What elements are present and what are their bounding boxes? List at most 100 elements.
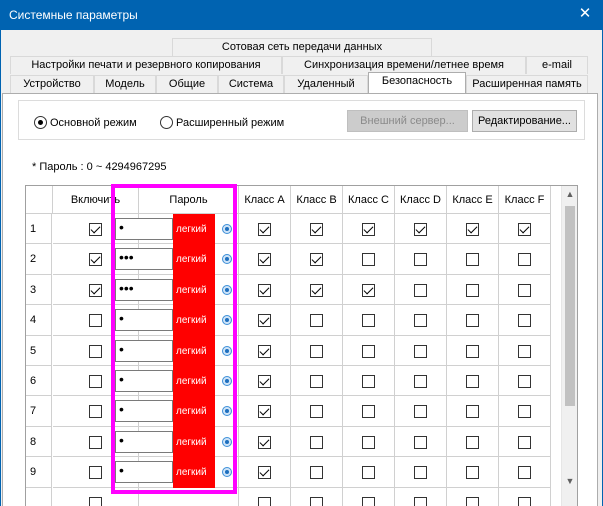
eye-icon[interactable] <box>222 436 232 447</box>
class-a-checkbox[interactable] <box>258 223 271 236</box>
class-b-checkbox[interactable] <box>310 344 323 358</box>
tab-print-backup[interactable]: Настройки печати и резервного копировани… <box>10 56 282 74</box>
enable-checkbox[interactable] <box>89 314 102 328</box>
class-b-checkbox[interactable] <box>310 223 323 236</box>
class-a-checkbox[interactable] <box>258 344 271 358</box>
class-d-checkbox[interactable] <box>414 466 427 480</box>
class-f-checkbox[interactable] <box>518 314 531 328</box>
class-e-checkbox[interactable] <box>466 496 479 506</box>
password-input[interactable]: • <box>115 400 173 423</box>
class-c-checkbox[interactable] <box>362 496 375 506</box>
enable-checkbox[interactable] <box>89 253 102 267</box>
class-f-checkbox[interactable] <box>518 375 531 388</box>
class-f-checkbox[interactable] <box>518 253 531 267</box>
class-a-checkbox[interactable] <box>258 405 271 419</box>
class-e-checkbox[interactable] <box>466 223 479 236</box>
password-input[interactable]: • <box>115 430 173 453</box>
class-d-checkbox[interactable] <box>414 253 427 267</box>
class-e-checkbox[interactable] <box>466 344 479 358</box>
class-b-checkbox[interactable] <box>310 496 323 506</box>
enable-checkbox[interactable] <box>89 375 102 388</box>
chevron-up-icon[interactable]: ▲ <box>562 186 578 202</box>
password-input[interactable]: ••• <box>115 248 173 271</box>
external-server-button[interactable]: Внешний сервер... <box>347 110 468 132</box>
tab-cellular[interactable]: Сотовая сеть передачи данных <box>172 38 432 56</box>
class-e-checkbox[interactable] <box>466 314 479 328</box>
class-e-checkbox[interactable] <box>466 405 479 419</box>
tab-device[interactable]: Устройство <box>10 75 94 93</box>
class-c-checkbox[interactable] <box>362 466 375 480</box>
password-input[interactable]: • <box>115 218 173 240</box>
enable-checkbox[interactable] <box>89 344 102 358</box>
password-input[interactable]: ••• <box>115 278 173 301</box>
basic-mode-radio[interactable]: Основной режим <box>34 116 137 129</box>
class-a-checkbox[interactable] <box>258 466 271 480</box>
tab-extended-memory[interactable]: Расширенная память <box>466 75 588 93</box>
eye-icon[interactable] <box>222 376 232 386</box>
class-f-checkbox[interactable] <box>518 344 531 358</box>
enable-checkbox[interactable] <box>89 435 102 449</box>
eye-icon[interactable] <box>222 284 232 295</box>
class-c-checkbox[interactable] <box>362 253 375 267</box>
class-d-checkbox[interactable] <box>414 223 427 236</box>
class-c-checkbox[interactable] <box>362 283 375 297</box>
password-input[interactable]: • <box>115 339 173 362</box>
tab-system[interactable]: Система <box>218 75 284 93</box>
class-d-checkbox[interactable] <box>414 405 427 419</box>
password-input[interactable]: • <box>115 309 173 332</box>
class-c-checkbox[interactable] <box>362 344 375 358</box>
tab-email[interactable]: e-mail <box>526 56 588 74</box>
class-f-checkbox[interactable] <box>518 496 531 506</box>
password-input[interactable]: • <box>115 370 173 392</box>
class-f-checkbox[interactable] <box>518 223 531 236</box>
class-f-checkbox[interactable] <box>518 405 531 419</box>
close-icon[interactable]: ✕ <box>575 4 595 24</box>
class-a-checkbox[interactable] <box>258 496 271 506</box>
tab-general[interactable]: Общие <box>156 75 218 93</box>
class-e-checkbox[interactable] <box>466 435 479 449</box>
enable-checkbox[interactable] <box>89 405 102 419</box>
class-d-checkbox[interactable] <box>414 314 427 328</box>
class-b-checkbox[interactable] <box>310 435 323 449</box>
class-b-checkbox[interactable] <box>310 466 323 480</box>
tab-remote[interactable]: Удаленный <box>284 75 368 93</box>
class-e-checkbox[interactable] <box>466 253 479 267</box>
class-b-checkbox[interactable] <box>310 405 323 419</box>
scrollbar-thumb[interactable] <box>565 206 575 406</box>
class-c-checkbox[interactable] <box>362 314 375 328</box>
class-d-checkbox[interactable] <box>414 375 427 388</box>
advanced-mode-radio[interactable]: Расширенный режим <box>160 116 284 129</box>
class-a-checkbox[interactable] <box>258 375 271 388</box>
class-c-checkbox[interactable] <box>362 223 375 236</box>
class-c-checkbox[interactable] <box>362 405 375 419</box>
password-input[interactable]: • <box>115 461 173 484</box>
chevron-down-icon[interactable]: ▼ <box>562 473 578 489</box>
class-e-checkbox[interactable] <box>466 466 479 480</box>
class-a-checkbox[interactable] <box>258 283 271 297</box>
class-b-checkbox[interactable] <box>310 314 323 328</box>
class-c-checkbox[interactable] <box>362 375 375 388</box>
eye-icon[interactable] <box>222 224 232 234</box>
class-a-checkbox[interactable] <box>258 314 271 328</box>
class-b-checkbox[interactable] <box>310 253 323 267</box>
edit-button[interactable]: Редактирование... <box>472 110 577 132</box>
class-d-checkbox[interactable] <box>414 344 427 358</box>
class-e-checkbox[interactable] <box>466 375 479 388</box>
enable-checkbox[interactable] <box>89 223 102 236</box>
class-a-checkbox[interactable] <box>258 435 271 449</box>
enable-checkbox[interactable] <box>89 283 102 297</box>
tab-security[interactable]: Безопасность <box>368 72 466 93</box>
eye-icon[interactable] <box>222 345 232 356</box>
class-d-checkbox[interactable] <box>414 496 427 506</box>
class-f-checkbox[interactable] <box>518 435 531 449</box>
class-f-checkbox[interactable] <box>518 283 531 297</box>
enable-checkbox[interactable] <box>89 496 102 506</box>
tab-model[interactable]: Модель <box>94 75 156 93</box>
enable-checkbox[interactable] <box>89 466 102 480</box>
class-e-checkbox[interactable] <box>466 283 479 297</box>
class-f-checkbox[interactable] <box>518 466 531 480</box>
class-b-checkbox[interactable] <box>310 375 323 388</box>
class-b-checkbox[interactable] <box>310 283 323 297</box>
table-scrollbar[interactable]: ▲ ▼ <box>561 186 577 506</box>
class-a-checkbox[interactable] <box>258 253 271 267</box>
